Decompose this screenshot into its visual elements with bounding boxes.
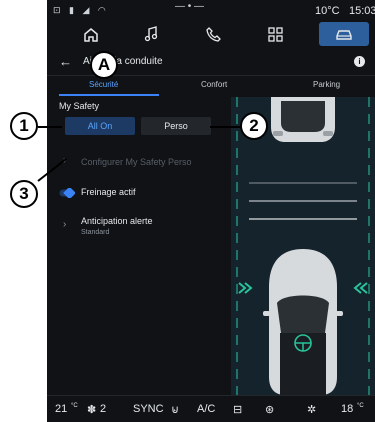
- airflow-icon[interactable]: ✲: [307, 403, 316, 416]
- freinage-actif-row[interactable]: Freinage actif: [47, 183, 231, 205]
- nav-vehicle-button[interactable]: [319, 22, 369, 46]
- outside-temperature: 10°C: [315, 5, 340, 17]
- vehicle-illustration: [231, 97, 375, 395]
- nav-home-button[interactable]: [71, 22, 111, 46]
- callout-3: 3: [10, 180, 38, 208]
- callout-2-leader: [210, 126, 240, 128]
- climate-bar: 21 °C ✽ 2 SYNC ⊌ A/C ⊟ ⊛ ✲ 18 °C: [47, 395, 375, 422]
- info-icon[interactable]: i: [354, 56, 365, 67]
- nav-phone-button[interactable]: [193, 22, 233, 46]
- music-icon: [144, 26, 158, 42]
- home-icon: [84, 27, 98, 42]
- section-label: My Safety: [59, 101, 100, 111]
- top-navigation: [47, 20, 375, 48]
- fan-speed[interactable]: 2: [100, 403, 106, 415]
- callout-1-leader: [38, 126, 62, 128]
- phone-icon: [205, 26, 221, 42]
- status-page-indicator: — • —: [175, 1, 205, 12]
- anticipation-alerte-label: Anticipation alerte: [81, 216, 153, 226]
- callout-1: 1: [10, 112, 38, 140]
- configure-perso-row[interactable]: › Configurer My Safety Perso: [47, 152, 231, 174]
- nav-music-button[interactable]: [131, 22, 171, 46]
- status-icons: ⊡ ▮ ◢ ◠: [53, 5, 109, 15]
- perso-button[interactable]: Perso: [141, 117, 211, 135]
- tab-securite[interactable]: Sécurité: [89, 80, 118, 89]
- degree-icon: °C: [71, 403, 78, 409]
- toggle-on-icon[interactable]: [59, 188, 75, 198]
- back-arrow-icon[interactable]: ←: [59, 54, 72, 69]
- car-icon: [336, 29, 352, 40]
- apps-icon: [267, 26, 283, 42]
- driver-temperature[interactable]: 21: [55, 403, 67, 415]
- ac-button[interactable]: A/C: [197, 403, 215, 415]
- fan-icon[interactable]: ✽: [87, 403, 96, 416]
- anticipation-alerte-value: Standard: [81, 229, 110, 236]
- tab-confort[interactable]: Confort: [201, 80, 227, 89]
- rear-defrost-icon[interactable]: ⊟: [233, 403, 242, 416]
- tab-parking[interactable]: Parking: [313, 80, 340, 89]
- freinage-actif-label: Freinage actif: [81, 187, 136, 197]
- sync-button[interactable]: SYNC: [133, 403, 164, 415]
- callout-a: A: [90, 51, 118, 79]
- driving-assist-diagram: [236, 97, 370, 395]
- status-bar: ⊡ ▮ ◢ ◠ — • — 10°C 15:03: [47, 0, 375, 20]
- clock: 15:03: [349, 5, 375, 17]
- seat-heat-icon[interactable]: ⊌: [171, 403, 179, 416]
- configure-perso-label: Configurer My Safety Perso: [81, 157, 192, 167]
- active-tab-indicator: [59, 94, 159, 96]
- steering-heat-icon[interactable]: ⊛: [265, 403, 274, 416]
- settings-panel: My Safety All On Perso › Configurer My S…: [47, 97, 231, 395]
- degree-icon: °C: [357, 403, 364, 409]
- nav-apps-button[interactable]: [255, 22, 295, 46]
- callout-2: 2: [240, 112, 268, 140]
- all-on-button[interactable]: All On: [65, 117, 135, 135]
- chevron-right-icon: ›: [63, 219, 67, 230]
- passenger-temperature[interactable]: 18: [341, 403, 353, 415]
- anticipation-alerte-row[interactable]: › Anticipation alerte Standard: [47, 211, 231, 241]
- tab-bar: Sécurité Confort Parking: [47, 76, 375, 96]
